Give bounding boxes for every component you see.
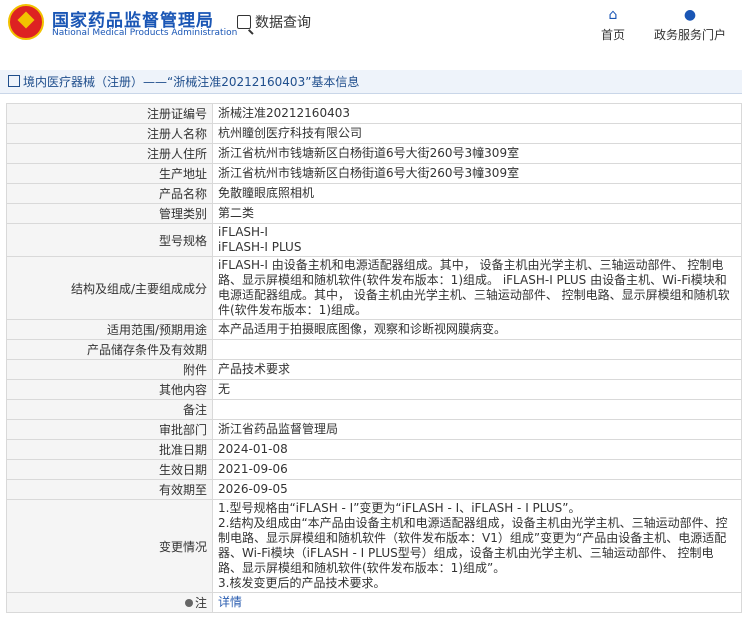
field-label: 变更情况	[6, 499, 213, 593]
field-label: 生产地址	[6, 163, 213, 184]
table-row: 备注	[6, 399, 742, 420]
field-value-line: iFLASH-I 由设备主机和电源适配器组成。其中， 设备主机由光学主机、三轴运…	[218, 258, 730, 317]
table-row: 其他内容无	[6, 379, 742, 400]
field-value	[212, 339, 742, 360]
table-row: 变更情况 1.型号规格由“iFLASH - I”变更为“iFLASH - I、iF…	[6, 499, 742, 593]
site-header: 国家药品监督管理局 National Medical Products Admi…	[0, 0, 742, 54]
field-value: iFLASH-I 由设备主机和电源适配器组成。其中， 设备主机由光学主机、三轴运…	[212, 256, 742, 320]
field-value: 1.型号规格由“iFLASH - I”变更为“iFLASH - I、iFLASH…	[212, 499, 742, 593]
table-row: 管理类别 第二类	[6, 203, 742, 224]
field-value-line: 浙江省药品监督管理局	[218, 422, 339, 436]
field-value-line: 浙江省杭州市钱塘新区白杨街道6号大街260号3幢309室	[218, 146, 520, 160]
field-value: 无	[212, 379, 742, 400]
nav-services[interactable]: ● 政务服务门户	[650, 8, 730, 43]
field-value-line: 浙械注准20212160403	[218, 106, 350, 120]
table-row: 批准日期 2024-01-08	[6, 439, 742, 460]
data-query-label: 数据查询	[255, 15, 311, 31]
table-row: 注册证编号 浙械注准20212160403	[6, 103, 742, 124]
field-label: 备注	[6, 399, 213, 420]
details-link[interactable]: 详情	[218, 595, 242, 609]
field-label: 批准日期	[6, 439, 213, 460]
field-label: 注册人名称	[6, 123, 213, 144]
field-label: 审批部门	[6, 419, 213, 440]
field-label: 生效日期	[6, 459, 213, 480]
data-query-link[interactable]: 数据查询	[237, 12, 311, 32]
document-icon	[8, 75, 20, 87]
nav-services-label: 政务服务门户	[653, 28, 726, 42]
field-label: 注册人住所	[6, 143, 213, 164]
table-row: 注册人住所 浙江省杭州市钱塘新区白杨街道6号大街260号3幢309室	[6, 143, 742, 164]
note-value: 详情	[212, 592, 742, 613]
field-value-line: iFLASH-I	[218, 225, 268, 239]
field-value: 免散瞳眼底照相机	[212, 183, 742, 204]
field-label: 型号规格	[6, 223, 213, 257]
globe-icon	[184, 599, 193, 607]
field-value: 2026-09-05	[212, 479, 742, 500]
field-value-line: 1.型号规格由“iFLASH - I”变更为“iFLASH - I、iFLASH…	[218, 501, 581, 515]
field-label: 产品储存条件及有效期	[6, 339, 213, 360]
field-value: 浙江省杭州市钱塘新区白杨街道6号大街260号3幢309室	[212, 143, 742, 164]
field-value-line: 本产品适用于拍摄眼底图像，观察和诊断视网膜病变。	[218, 322, 507, 336]
user-icon: ●	[683, 7, 697, 23]
brand-subtitle: National Medical Products Administration	[52, 28, 238, 38]
field-label: 管理类别	[6, 203, 213, 224]
field-value: 第二类	[212, 203, 742, 224]
field-label: 结构及组成/主要组成成分	[6, 256, 213, 320]
field-label: 附件	[6, 359, 213, 380]
nmpa-emblem-icon	[8, 4, 44, 40]
field-value-line: 免散瞳眼底照相机	[218, 186, 315, 200]
table-row: 注册人名称 杭州瞳创医疗科技有限公司	[6, 123, 742, 144]
note-label: 注	[6, 592, 213, 613]
table-row: 生效日期 2021-09-06	[6, 459, 742, 480]
field-value-line: 产品技术要求	[218, 362, 291, 376]
field-label: 注册证编号	[6, 103, 213, 124]
table-row: 结构及组成/主要组成成分 iFLASH-I 由设备主机和电源适配器组成。其中， 设…	[6, 256, 742, 320]
field-value-line: 无	[218, 382, 231, 396]
field-label: 有效期至	[6, 479, 213, 500]
nav-home-label: 首页	[600, 28, 625, 42]
field-value: 杭州瞳创医疗科技有限公司	[212, 123, 742, 144]
field-label: 适用范围/预期用途	[6, 319, 213, 340]
field-value: 2021-09-06	[212, 459, 742, 480]
note-label-text: 注	[194, 596, 207, 610]
table-row: 有效期至 2026-09-05	[6, 479, 742, 500]
breadcrumb-text: 境内医疗器械（注册）——“浙械注准20212160403”基本信息	[23, 75, 360, 89]
table-row-note: 注详情	[6, 592, 742, 613]
home-icon: ⌂	[608, 7, 618, 23]
field-value: 本产品适用于拍摄眼底图像，观察和诊断视网膜病变。	[212, 319, 742, 340]
field-value: iFLASH-I iFLASH-I PLUS	[212, 223, 742, 257]
field-value-line: 第二类	[218, 206, 255, 220]
table-row: 适用范围/预期用途 本产品适用于拍摄眼底图像，观察和诊断视网膜病变。	[6, 319, 742, 340]
table-row: 产品名称 免散瞳眼底照相机	[6, 183, 742, 204]
table-row: 型号规格 iFLASH-I iFLASH-I PLUS	[6, 223, 742, 257]
field-label: 其他内容	[6, 379, 213, 400]
field-value-line: 2024-01-08	[218, 442, 288, 456]
field-value: 浙江省杭州市钱塘新区白杨街道6号大街260号3幢309室	[212, 163, 742, 184]
table-row: 审批部门 浙江省药品监督管理局	[6, 419, 742, 440]
table-row: 产品储存条件及有效期	[6, 339, 742, 360]
field-value-line: 2.结构及组成由“本产品由设备主机和电源适配器组成，设备主机由光学主机、三轴运动…	[218, 516, 728, 575]
field-value: 浙江省药品监督管理局	[212, 419, 742, 440]
search-icon	[237, 15, 251, 29]
table-row: 附件 产品技术要求	[6, 359, 742, 380]
field-value-line: iFLASH-I PLUS	[218, 240, 302, 254]
field-value: 2024-01-08	[212, 439, 742, 460]
field-value: 浙械注准20212160403	[212, 103, 742, 124]
field-value-line: 2021-09-06	[218, 462, 288, 476]
field-value-line: 杭州瞳创医疗科技有限公司	[218, 126, 363, 140]
nav-home[interactable]: ⌂ 首页	[598, 8, 628, 43]
field-value-line: 浙江省杭州市钱塘新区白杨街道6号大街260号3幢309室	[218, 166, 520, 180]
field-value-line: 2026-09-05	[218, 482, 288, 496]
detail-table: 注册证编号 浙械注准20212160403 注册人名称 杭州瞳创医疗科技有限公司 注册人…	[6, 103, 742, 613]
field-label: 产品名称	[6, 183, 213, 204]
breadcrumb: 境内医疗器械（注册）——“浙械注准20212160403”基本信息	[0, 70, 742, 94]
field-value: 产品技术要求	[212, 359, 742, 380]
field-value	[212, 399, 742, 420]
table-row: 生产地址 浙江省杭州市钱塘新区白杨街道6号大街260号3幢309室	[6, 163, 742, 184]
field-value-line: 3.核发变更后的产品技术要求。	[218, 576, 386, 590]
